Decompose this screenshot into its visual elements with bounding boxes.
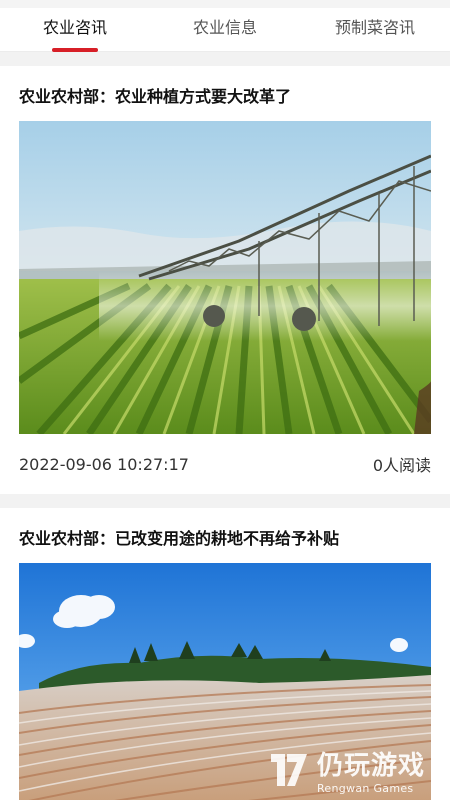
tab-prepared-food-news[interactable]: 预制菜咨讯 [300,8,450,52]
tab-label: 农业咨讯 [42,18,107,37]
article-meta: 2022-09-06 10:27:17 0人阅读 [19,452,431,476]
article-title[interactable]: 农业农村部：已改变用途的耕地不再给予补贴 [19,528,431,550]
article-datetime: 2022-09-06 10:27:17 [19,454,189,474]
tab-agri-info[interactable]: 农业信息 [150,8,300,52]
separator [0,494,450,508]
article-title[interactable]: 农业农村部：农业种植方式要大改革了 [19,86,431,108]
watermark: 仍玩游戏 Rengwan Games [267,745,425,795]
watermark-en: Rengwan Games [316,782,414,795]
tab-agri-news[interactable]: 农业咨讯 [0,8,150,52]
separator [0,52,450,66]
article-card[interactable]: 农业农村部：已改变用途的耕地不再给予补贴 仍玩游戏 Rengwan Games [0,508,450,800]
tab-label: 预制菜咨讯 [334,18,415,37]
status-strip [0,0,450,8]
article-read-count: 0人阅读 [372,456,431,475]
tab-label: 农业信息 [192,18,257,37]
active-tab-indicator [52,48,98,52]
article-thumbnail-irrigation[interactable] [19,121,431,434]
brand-logo-icon [270,754,307,786]
watermark-cn: 仍玩游戏 [316,751,425,781]
article-thumbnail-farmland[interactable]: 仍玩游戏 Rengwan Games [19,563,431,800]
article-card[interactable]: 农业农村部：农业种植方式要大改革了 2022-09-06 10:27:17 0人… [0,66,450,494]
category-tabs: 农业咨讯 农业信息 预制菜咨讯 [0,8,450,52]
